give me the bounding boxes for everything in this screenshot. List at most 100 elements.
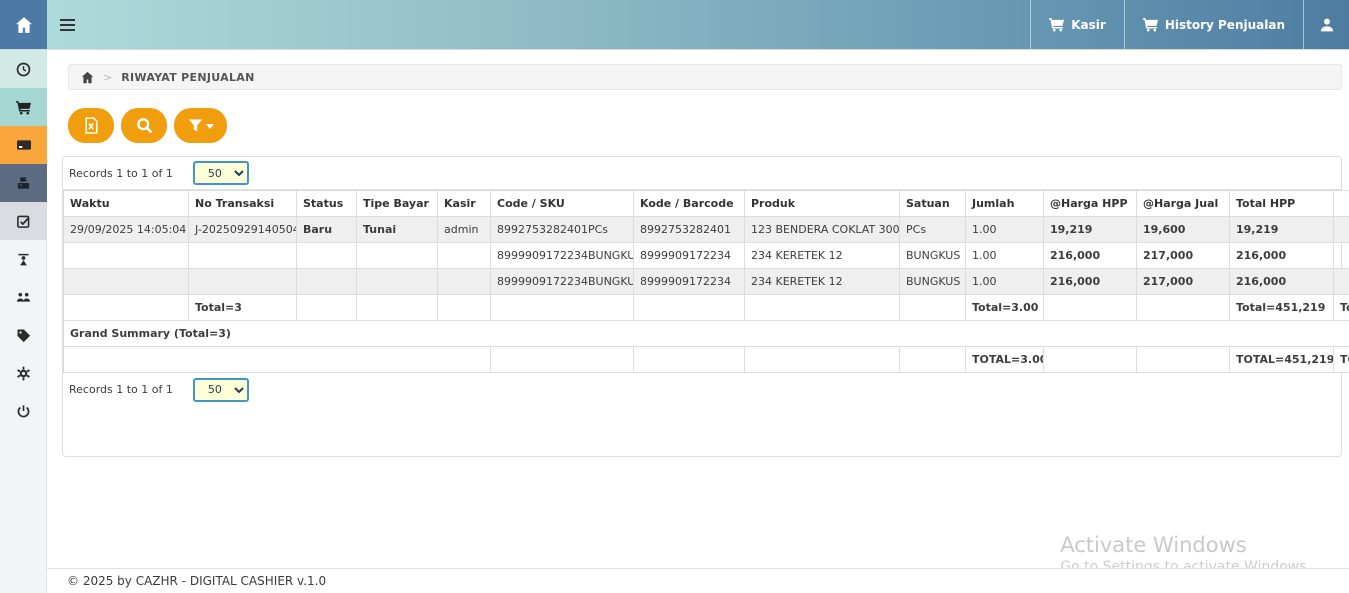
cell-total-hpp: 216,000 bbox=[1230, 269, 1334, 295]
page-size-select[interactable]: 50 bbox=[193, 161, 249, 185]
cell-no-transaksi bbox=[189, 243, 297, 269]
sidebar-item-checklist[interactable] bbox=[0, 202, 47, 240]
grand-total-hpp: TOTAL=451,219 bbox=[1230, 347, 1334, 373]
sidebar-item-logout[interactable] bbox=[0, 392, 47, 430]
cart-icon bbox=[1049, 17, 1064, 32]
sidebar-item-kasir[interactable] bbox=[0, 88, 47, 126]
total-cell bbox=[900, 295, 966, 321]
sidebar-item-tags[interactable] bbox=[0, 316, 47, 354]
filter-button[interactable] bbox=[174, 108, 227, 143]
total-cell bbox=[357, 295, 438, 321]
breadcrumb: > RIWAYAT PENJUALAN bbox=[68, 64, 1342, 90]
grand-cell bbox=[1137, 347, 1230, 373]
column-header: Kode / Barcode bbox=[634, 191, 745, 217]
total-jumlah: Total=3.00 bbox=[966, 295, 1044, 321]
user-icon bbox=[1319, 17, 1335, 33]
cell-kasir bbox=[438, 243, 491, 269]
column-header: Jumlah bbox=[966, 191, 1044, 217]
sidebar-toggle-button[interactable] bbox=[47, 0, 88, 49]
user-menu-button[interactable] bbox=[1303, 0, 1349, 49]
nav-item-label: History Penjualan bbox=[1165, 18, 1285, 32]
cell-tipe-bayar bbox=[357, 269, 438, 295]
cell-tipe-bayar: Tunai bbox=[357, 217, 438, 243]
person-podium-icon bbox=[16, 252, 31, 267]
column-header: Total HPP bbox=[1230, 191, 1334, 217]
export-excel-button[interactable] bbox=[68, 108, 114, 143]
grand-total-clipped: TO bbox=[1334, 347, 1349, 373]
column-header: Code / SKU bbox=[491, 191, 634, 217]
grand-cell bbox=[64, 347, 491, 373]
results-panel: Records 1 to 1 of 1 50 Waktu No Transaks… bbox=[62, 156, 1342, 457]
cell-status bbox=[297, 269, 357, 295]
power-icon bbox=[16, 404, 31, 419]
cell-jumlah: 1.00 bbox=[966, 217, 1044, 243]
cell-code-sku: 8999909172234BUNGKUS bbox=[491, 243, 634, 269]
nav-item-history-penjualan[interactable]: History Penjualan bbox=[1124, 0, 1303, 49]
records-bar-top: Records 1 to 1 of 1 50 bbox=[63, 157, 1341, 190]
total-cell bbox=[438, 295, 491, 321]
sidebar-item-register[interactable] bbox=[0, 164, 47, 202]
page-size-select[interactable]: 50 bbox=[193, 378, 249, 402]
records-count-label: Records 1 to 1 of 1 bbox=[69, 383, 173, 396]
cell-clipped bbox=[1334, 243, 1349, 269]
column-header: Status bbox=[297, 191, 357, 217]
cell-no-transaksi bbox=[189, 269, 297, 295]
cell-satuan: PCs bbox=[900, 217, 966, 243]
gear-icon bbox=[16, 366, 31, 381]
clock-icon bbox=[16, 62, 31, 77]
chevron-down-icon bbox=[206, 124, 214, 129]
grand-cell bbox=[900, 347, 966, 373]
menu-icon bbox=[60, 19, 75, 31]
cell-harga-jual: 217,000 bbox=[1137, 243, 1230, 269]
cell-harga-jual: 217,000 bbox=[1137, 269, 1230, 295]
sidebar-item-settings[interactable] bbox=[0, 354, 47, 392]
cell-clipped bbox=[1334, 269, 1349, 295]
cart-icon bbox=[16, 100, 31, 115]
sidebar bbox=[0, 50, 47, 593]
cell-waktu bbox=[64, 269, 189, 295]
cell-clipped bbox=[1334, 217, 1349, 243]
cell-kode-barcode: 8992753282401 bbox=[634, 217, 745, 243]
nav-item-kasir[interactable]: Kasir bbox=[1030, 0, 1124, 49]
records-count-label: Records 1 to 1 of 1 bbox=[69, 167, 173, 180]
cell-waktu: 29/09/2025 14:05:04 bbox=[64, 217, 189, 243]
sidebar-item-staff[interactable] bbox=[0, 240, 47, 278]
filter-icon bbox=[188, 118, 203, 133]
grand-cell bbox=[1044, 347, 1137, 373]
cell-code-sku: 8992753282401PCs bbox=[491, 217, 634, 243]
total-cell bbox=[1137, 295, 1230, 321]
toolbar bbox=[68, 108, 1342, 143]
table-row: 29/09/2025 14:05:04 J-20250929140504 Bar… bbox=[64, 217, 1349, 243]
home-button[interactable] bbox=[0, 0, 47, 49]
panel-spacer bbox=[63, 406, 1341, 454]
search-button[interactable] bbox=[121, 108, 167, 143]
grand-summary-label-row: Grand Summary (Total=3) bbox=[64, 321, 1349, 347]
cell-harga-hpp: 216,000 bbox=[1044, 269, 1137, 295]
cell-kasir: admin bbox=[438, 217, 491, 243]
cell-harga-hpp: 19,219 bbox=[1044, 217, 1137, 243]
total-cell bbox=[491, 295, 634, 321]
search-icon bbox=[136, 117, 153, 134]
card-icon bbox=[16, 137, 32, 153]
cell-kasir bbox=[438, 269, 491, 295]
home-icon[interactable] bbox=[81, 71, 94, 84]
cell-code-sku: 8999909172234BUNGKUS bbox=[491, 269, 634, 295]
column-header: Tipe Bayar bbox=[357, 191, 438, 217]
tag-icon bbox=[16, 328, 31, 343]
column-header bbox=[1334, 191, 1349, 217]
cell-harga-jual: 19,600 bbox=[1137, 217, 1230, 243]
cash-register-icon bbox=[16, 176, 31, 191]
total-cell bbox=[297, 295, 357, 321]
column-header: @Harga Jual bbox=[1137, 191, 1230, 217]
sidebar-item-riwayat-penjualan-active[interactable] bbox=[0, 126, 47, 164]
sales-history-table: Waktu No Transaksi Status Tipe Bayar Kas… bbox=[63, 190, 1349, 373]
sidebar-item-users[interactable] bbox=[0, 278, 47, 316]
cell-satuan: BUNGKUS bbox=[900, 243, 966, 269]
grand-cell bbox=[745, 347, 900, 373]
cell-status: Baru bbox=[297, 217, 357, 243]
sidebar-item-dashboard[interactable] bbox=[0, 50, 47, 88]
cell-status bbox=[297, 243, 357, 269]
cell-jumlah: 1.00 bbox=[966, 243, 1044, 269]
check-square-icon bbox=[16, 214, 31, 229]
cell-produk: 123 BENDERA COKLAT 300G bbox=[745, 217, 900, 243]
